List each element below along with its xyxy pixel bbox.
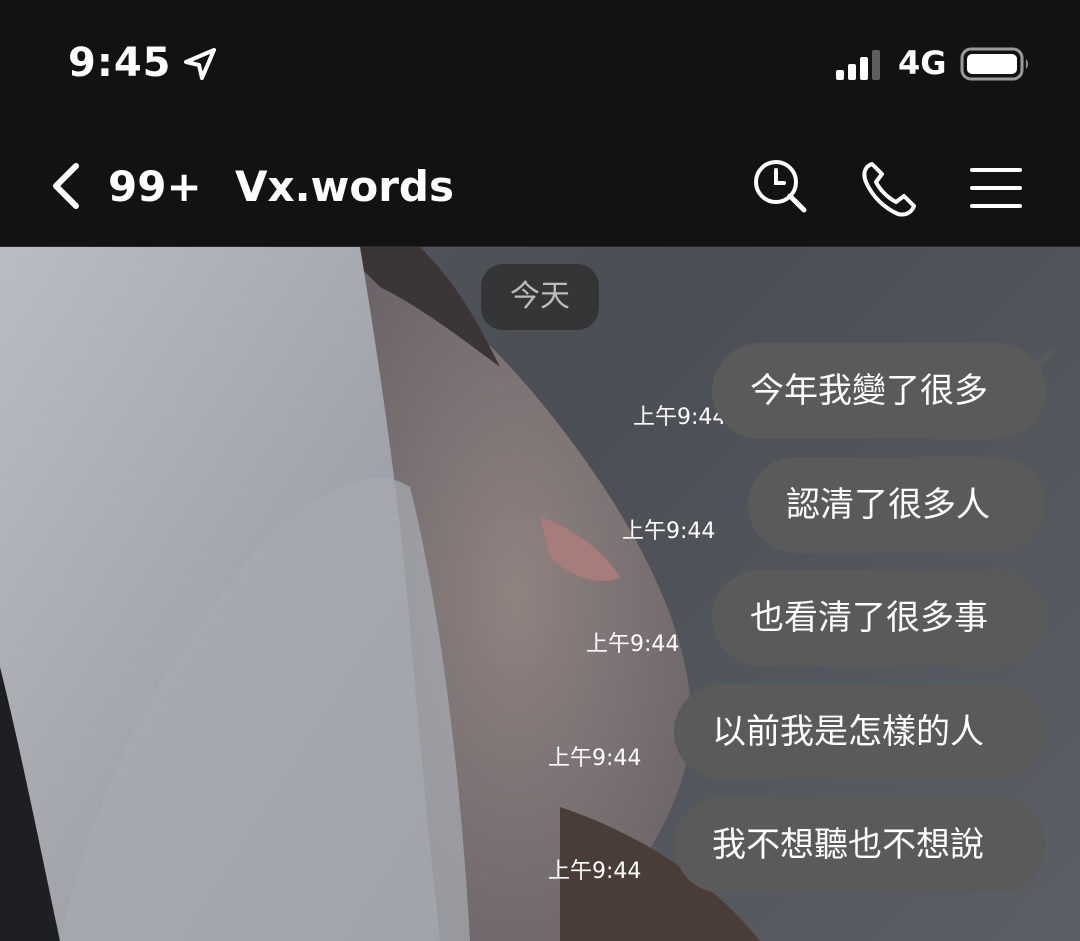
back-chevron-icon[interactable] (40, 156, 100, 216)
message-time: 上午9:44 (548, 746, 642, 771)
location-arrow-icon (184, 48, 216, 80)
phone-icon[interactable] (858, 156, 918, 220)
unread-count[interactable]: 99+ (108, 162, 202, 211)
search-icon[interactable] (750, 156, 810, 220)
status-bar: 9:45 4G (0, 0, 1080, 120)
menu-icon[interactable] (966, 156, 1026, 220)
message-bubble[interactable]: 以前我是怎樣的人 (674, 684, 1046, 780)
network-type: 4G (898, 44, 947, 82)
message-bubble[interactable]: 認清了很多人 (748, 457, 1046, 553)
signal-bars-icon (836, 50, 880, 80)
message-row: 上午9:44 認清了很多人 (622, 457, 1046, 553)
chat-header: 99+ Vx.words (0, 120, 1080, 247)
status-time: 9:45 (68, 40, 172, 86)
message-time: 上午9:44 (633, 405, 727, 430)
message-row: 上午9:44 以前我是怎樣的人 (548, 684, 1046, 780)
message-bubble[interactable]: 也看清了很多事 (712, 570, 1046, 666)
message-bubble[interactable]: 我不想聽也不想說 (674, 797, 1046, 893)
date-separator: 今天 (481, 264, 599, 330)
message-bubble[interactable]: 今年我變了很多 (712, 343, 1046, 439)
message-row: 上午9:44 我不想聽也不想說 (548, 797, 1046, 893)
chat-screen: 9:45 4G 99+ Vx.words 今天 上午9:44 今年我變了很多 上… (0, 0, 1080, 941)
chat-title[interactable]: Vx.words (235, 162, 454, 211)
chat-area[interactable]: 今天 上午9:44 今年我變了很多 上午9:44 認清了很多人 上午9:44 也… (0, 247, 1080, 941)
message-time: 上午9:44 (622, 519, 716, 544)
message-row: 上午9:44 今年我變了很多 (633, 343, 1056, 439)
battery-icon (960, 47, 1028, 81)
message-time: 上午9:44 (586, 632, 680, 657)
message-time: 上午9:44 (548, 859, 642, 884)
message-row: 上午9:44 也看清了很多事 (586, 570, 1046, 666)
